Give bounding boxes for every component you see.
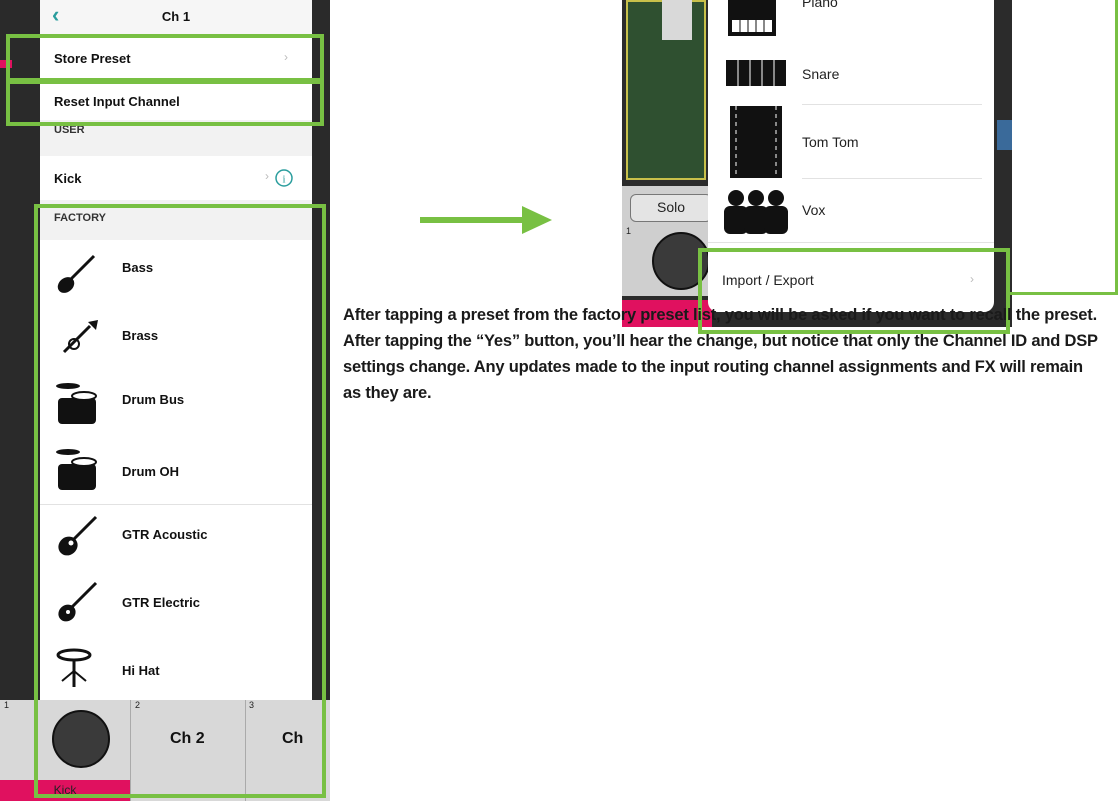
- snare-label: Snare: [802, 66, 840, 82]
- vox-label: Vox: [802, 202, 826, 218]
- reset-channel-highlight: [6, 80, 324, 126]
- preset-item-tom-tom[interactable]: Tom Tom: [708, 106, 994, 178]
- preset-item-piano[interactable]: Piano: [708, 0, 994, 44]
- left-screenshot: ‹ Ch 1 Store Preset › Reset Input Channe…: [0, 0, 330, 801]
- vocalists-icon: [724, 190, 788, 234]
- solo-button[interactable]: Solo: [630, 194, 712, 222]
- snare-drum-icon: [726, 60, 786, 86]
- chevron-right-icon: ›: [265, 169, 269, 183]
- factory-list-highlight: [34, 204, 326, 798]
- side-indicator: [997, 120, 1012, 150]
- fader-cap: [662, 0, 692, 40]
- divider: [802, 104, 982, 105]
- store-preset-highlight: [6, 34, 324, 82]
- arrow-right-icon: [420, 206, 552, 234]
- solo-label: Solo: [657, 199, 686, 215]
- tom-tom-icon: [730, 106, 782, 178]
- connector-line-horizontal: [1010, 292, 1118, 295]
- tom-tom-label: Tom Tom: [802, 134, 859, 150]
- instruction-paragraph: After tapping a preset from the factory …: [343, 306, 1098, 402]
- kick-preset-label: Kick: [54, 171, 82, 186]
- menu-title: Ch 1: [161, 9, 191, 24]
- menu-header: ‹ Ch 1: [40, 0, 312, 35]
- piano-label: Piano: [802, 0, 838, 10]
- divider: [802, 178, 982, 179]
- channel-number-1: 1: [626, 226, 632, 236]
- preset-item-vox[interactable]: Vox: [708, 180, 994, 240]
- piano-icon: [728, 0, 776, 36]
- preset-item-snare[interactable]: Snare: [708, 44, 994, 104]
- svg-text:i: i: [282, 174, 285, 186]
- divider: [708, 242, 994, 243]
- info-icon[interactable]: i: [274, 168, 294, 188]
- channel-number-1: 1: [4, 700, 10, 710]
- user-preset-kick[interactable]: Kick › i: [40, 156, 312, 200]
